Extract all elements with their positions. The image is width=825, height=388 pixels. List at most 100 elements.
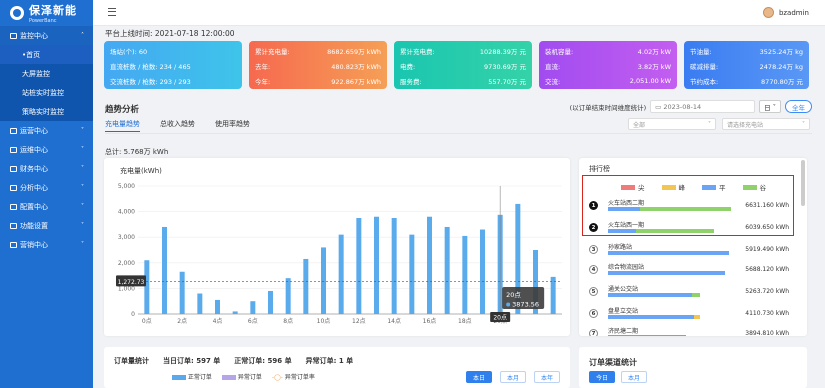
trend-tabs: 充电量趋势 总收入趋势 使用率趋势	[105, 119, 250, 132]
sidebar-subitem-station-monitor[interactable]: 站桩实时监控	[0, 83, 93, 102]
bar[interactable]	[179, 271, 185, 314]
station-select[interactable]: 请选择充电站 ˅	[722, 118, 810, 130]
rank-item[interactable]: 2 火车站西一期 6039.650 kWh	[589, 219, 789, 239]
chevron-down-icon: ˅	[81, 127, 84, 134]
stat-label: 节约成本:	[690, 77, 719, 86]
sidebar-subitem-bigscreen[interactable]: 大屏监控	[0, 64, 93, 83]
sidebar-item-config[interactable]: 配置中心 ˅	[0, 197, 93, 216]
brand-logo[interactable]: 保泽新能 PowerBanc	[0, 0, 93, 26]
bar[interactable]	[268, 290, 273, 314]
rank-panel: 排行榜 尖 峰 平 谷 1 火车站西二期 6631.160 kWh 2 火车站西一期 60…	[579, 158, 807, 336]
rank-item[interactable]: 7 济民塘二期 3894.810 kWh	[589, 325, 789, 336]
today-orders: 当日订单: 597 单	[163, 357, 221, 365]
sidebar-item-analysis[interactable]: 分析中心 ˅	[0, 178, 93, 197]
legend-normal[interactable]: 正常订单	[172, 372, 212, 381]
brand-name: 保泽新能	[29, 4, 77, 17]
bar[interactable]	[356, 218, 362, 314]
stat-note: (以订单结束时间维度统计)	[569, 103, 647, 112]
day-select-button[interactable]: 日 ˅	[759, 100, 781, 113]
tab-usage-trend[interactable]: 使用率趋势	[215, 119, 250, 132]
channel-range-buttons: 今日 本月	[589, 371, 647, 383]
legend-abnormal[interactable]: 异常订单	[221, 372, 262, 381]
sidebar-item-settings[interactable]: 功能设置 ˅	[0, 216, 93, 235]
bar[interactable]	[303, 258, 309, 314]
bar[interactable]	[215, 299, 220, 314]
sidebar-item-finance[interactable]: 财务中心 ˅	[0, 159, 93, 178]
rank-number: 3	[589, 245, 598, 254]
y-tick-label: 1,000	[118, 285, 135, 292]
legend-label: 异常订单率	[284, 374, 315, 381]
sidebar-item-operation[interactable]: 运营中心 ˅	[0, 121, 93, 140]
bar[interactable]	[144, 260, 150, 314]
legend-abnormal-rate[interactable]: -◯- 异常订单率	[272, 372, 315, 381]
year-button[interactable]: 本年	[534, 371, 560, 383]
bar[interactable]	[427, 216, 432, 314]
bar[interactable]	[321, 247, 326, 314]
sidebar-subitem-strategy-monitor[interactable]: 策略实时监控	[0, 102, 93, 121]
bar[interactable]	[374, 216, 379, 314]
rank-legend: 尖 峰 平 谷	[621, 182, 766, 192]
month-button[interactable]: 本月	[500, 371, 526, 383]
x-tick-label: 12点	[352, 317, 366, 325]
sidebar-item-label: 运营中心	[20, 126, 48, 135]
legend-feng[interactable]: 峰	[661, 182, 685, 192]
tab-income-trend[interactable]: 总收入趋势	[160, 119, 195, 132]
rank-item[interactable]: 6 盘星立交站 4110.730 kWh	[589, 305, 789, 325]
rank-item[interactable]: 5 通关公交站 5263.720 kWh	[589, 283, 789, 303]
stat-card-capacity: 装机容量: 4.02万 kW 直流: 3.82万 kW 交流: 2,051.00 kW	[539, 41, 677, 89]
y-tick-label: 2,000	[118, 260, 135, 267]
rank-number: 5	[589, 287, 598, 296]
bar[interactable]	[285, 278, 291, 314]
stat-label: 节油量:	[690, 47, 712, 56]
bar[interactable]	[197, 293, 203, 314]
channel-month-button[interactable]: 本月	[621, 371, 647, 383]
full-year-button[interactable]: 全年	[785, 100, 812, 113]
rank-name: 火车站西一期	[608, 222, 645, 229]
today-button[interactable]: 本日	[466, 371, 492, 383]
settings-icon	[10, 222, 17, 229]
bar[interactable]	[338, 234, 344, 314]
user-menu[interactable]: bzadmin	[762, 7, 809, 18]
stat-label: 服务费:	[400, 77, 422, 86]
rank-item[interactable]: 3 孙家路站 5919.490 kWh	[589, 241, 789, 261]
energy-bar-chart[interactable]: 0 1,000 2,000 3,000 4,000 5,000 0点 2点 4点 6点 8点 10点 1…	[104, 158, 570, 336]
sidebar-subitem-label: 站桩实时监控	[22, 88, 64, 97]
bar[interactable]	[480, 229, 485, 314]
rank-bar-ping	[608, 207, 640, 211]
sidebar-item-maintenance[interactable]: 运维中心 ˅	[0, 140, 93, 159]
rank-item[interactable]: 1 火车站西二期 6631.160 kWh	[589, 197, 789, 217]
stat-label: 装机容量:	[545, 47, 574, 56]
stat-card-energy: 累计充电量: 8682.659万 kWh 去年: 480.823万 kWh 今年: 9…	[249, 41, 387, 89]
scope-select[interactable]: 全部 ˅	[628, 118, 716, 130]
bar[interactable]	[409, 234, 415, 314]
scrollbar[interactable]	[801, 160, 805, 206]
bar[interactable]	[250, 301, 256, 314]
chart-panel: 充电量(kWh) 0 1,000 2,000 3,000 4,000 5,000 0点 2点 4…	[104, 158, 570, 336]
channel-today-button[interactable]: 今日	[589, 371, 615, 383]
rank-value: 5263.720 kWh	[745, 288, 789, 295]
bar[interactable]	[391, 218, 397, 314]
bar[interactable]	[444, 226, 450, 314]
total-energy: 总计: 5.768万 kWh	[105, 148, 169, 156]
bar[interactable]	[162, 226, 167, 314]
rank-item[interactable]: 4 综合物流园站 5688.120 kWh	[589, 261, 789, 281]
sidebar-item-label: 配置中心	[20, 202, 48, 211]
sidebar-subitem-home[interactable]: • 首页	[0, 45, 93, 64]
sidebar-item-monitor[interactable]: 监控中心 ˄	[0, 26, 93, 45]
bar[interactable]	[232, 311, 238, 314]
bar[interactable]	[462, 235, 468, 314]
rank-bar	[608, 335, 687, 336]
sidebar-item-marketing[interactable]: 营销中心 ˅	[0, 235, 93, 254]
line-marker-icon: -◯-	[271, 374, 283, 381]
legend-jian[interactable]: 尖	[621, 182, 645, 192]
menu-toggle-icon[interactable]	[108, 8, 116, 16]
station-select-placeholder: 请选择充电站	[727, 121, 764, 129]
stat-label: 累计充电量:	[255, 47, 290, 56]
legend-gu[interactable]: 谷	[742, 182, 766, 192]
tab-energy-trend[interactable]: 充电量趋势	[105, 119, 140, 132]
date-picker[interactable]: ▭ 2023-08-14	[650, 100, 756, 113]
bar[interactable]	[550, 276, 556, 314]
username: bzadmin	[778, 8, 809, 17]
x-tick-label: 2点	[177, 317, 187, 325]
legend-ping[interactable]: 平	[702, 182, 726, 192]
